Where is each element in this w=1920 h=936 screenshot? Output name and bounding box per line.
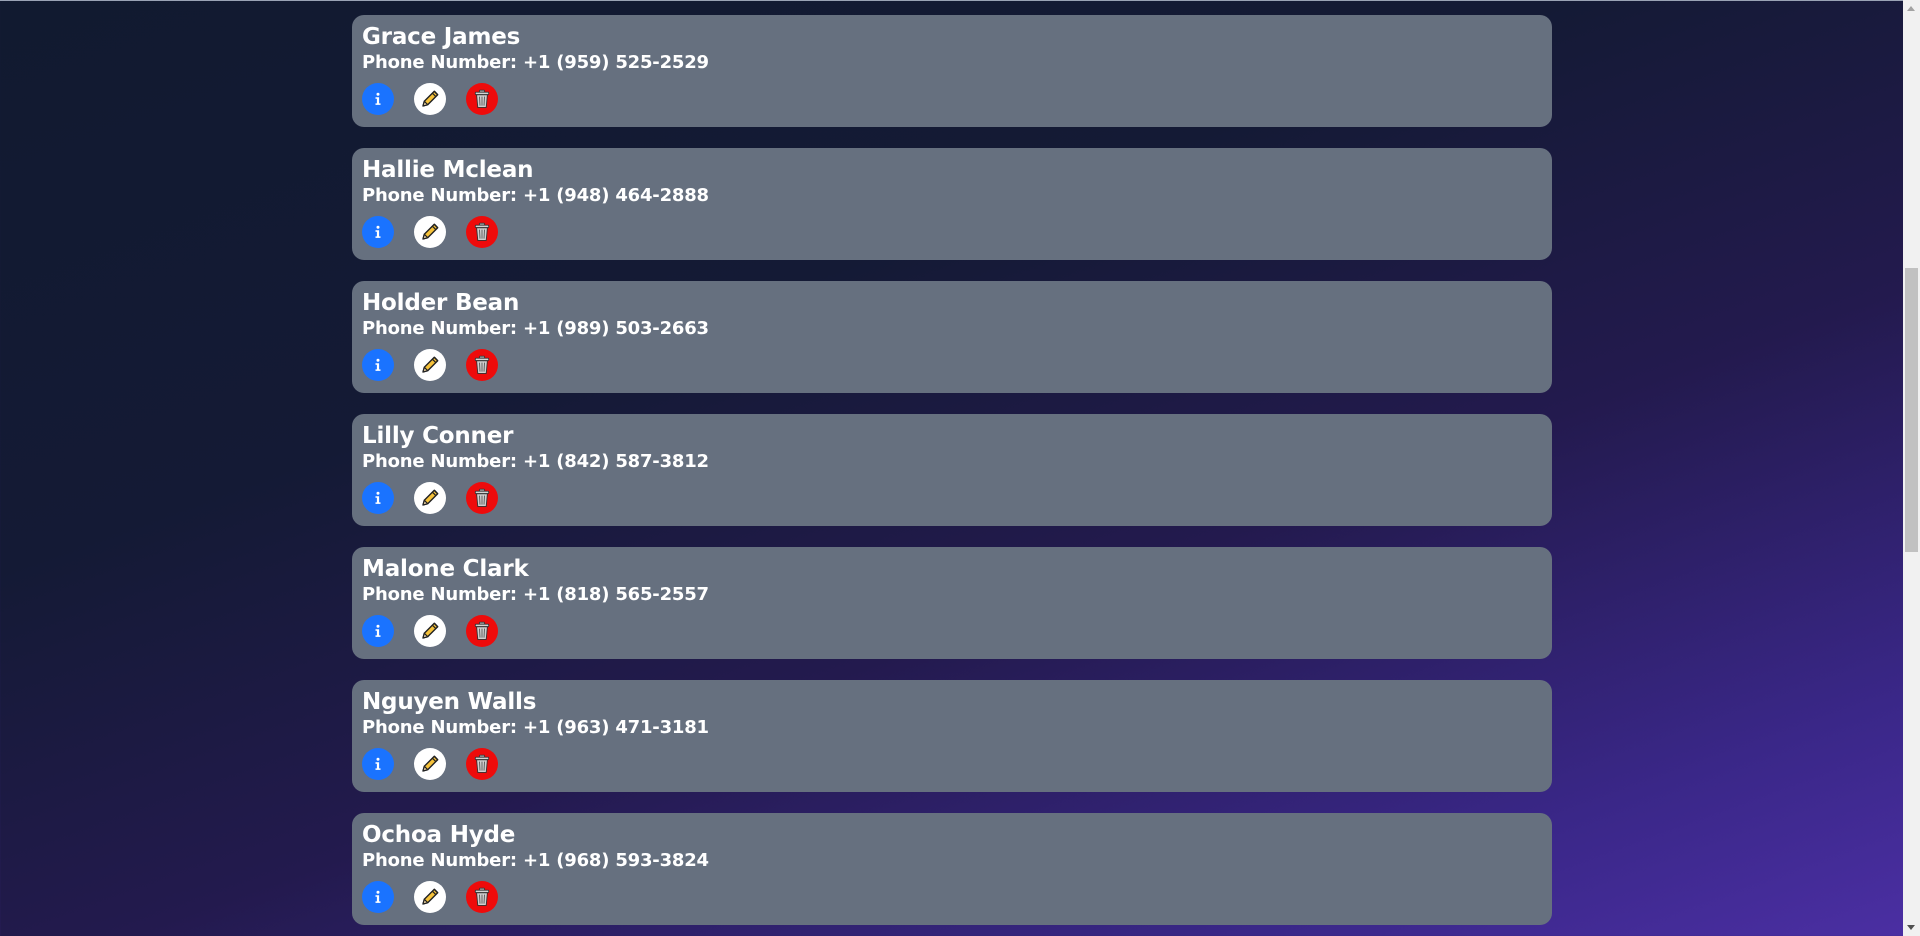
contact-actions: [362, 615, 1542, 647]
phone-value: +1 (948) 464-2888: [522, 185, 709, 206]
info-icon: [372, 757, 384, 771]
phone-value: +1 (959) 525-2529: [522, 52, 709, 73]
contact-card: Malone Clark Phone Number: +1 (818) 565-…: [352, 547, 1552, 659]
trash-icon: [473, 754, 491, 774]
delete-button[interactable]: [466, 482, 498, 514]
contact-actions: [362, 748, 1542, 780]
contact-name: Malone Clark: [362, 556, 529, 582]
info-button[interactable]: [362, 748, 394, 780]
contact-name: Nguyen Walls: [362, 689, 537, 715]
info-icon: [372, 225, 384, 239]
contact-phone: Phone Number: +1 (842) 587-3812: [362, 451, 1542, 473]
trash-icon: [473, 887, 491, 907]
pencil-icon: [419, 620, 441, 642]
edit-button[interactable]: [414, 216, 446, 248]
contact-phone: Phone Number: +1 (948) 464-2888: [362, 185, 1542, 207]
scroll-down-arrow[interactable]: [1907, 925, 1915, 930]
contact-card: Holder Bean Phone Number: +1 (989) 503-2…: [352, 281, 1552, 393]
phone-label: Phone Number:: [362, 318, 517, 339]
pencil-icon: [419, 88, 441, 110]
pencil-icon: [419, 221, 441, 243]
contact-card: Ochoa Hyde Phone Number: +1 (968) 593-38…: [352, 813, 1552, 925]
contact-card: Grace James Phone Number: +1 (959) 525-2…: [352, 15, 1552, 127]
contact-actions: [362, 216, 1542, 248]
contact-phone: Phone Number: +1 (818) 565-2557: [362, 584, 1542, 606]
contact-card: Lilly Conner Phone Number: +1 (842) 587-…: [352, 414, 1552, 526]
info-icon: [372, 92, 384, 106]
delete-button[interactable]: [466, 881, 498, 913]
info-icon: [372, 624, 384, 638]
delete-button[interactable]: [466, 748, 498, 780]
edit-button[interactable]: [414, 881, 446, 913]
edit-button[interactable]: [414, 349, 446, 381]
scrollbar-thumb[interactable]: [1905, 268, 1918, 552]
phone-label: Phone Number:: [362, 52, 517, 73]
delete-button[interactable]: [466, 83, 498, 115]
trash-icon: [473, 621, 491, 641]
contact-actions: [362, 83, 1542, 115]
contact-name: Ochoa Hyde: [362, 822, 516, 848]
trash-icon: [473, 222, 491, 242]
phone-label: Phone Number:: [362, 185, 517, 206]
info-button[interactable]: [362, 881, 394, 913]
contact-name: Grace James: [362, 24, 521, 50]
edit-button[interactable]: [414, 748, 446, 780]
contact-card: Hallie Mclean Phone Number: +1 (948) 464…: [352, 148, 1552, 260]
info-button[interactable]: [362, 615, 394, 647]
pencil-icon: [419, 354, 441, 376]
phone-label: Phone Number:: [362, 584, 517, 605]
contact-phone: Phone Number: +1 (989) 503-2663: [362, 318, 1542, 340]
pencil-icon: [419, 487, 441, 509]
phone-label: Phone Number:: [362, 850, 517, 871]
contact-phone: Phone Number: +1 (968) 593-3824: [362, 850, 1542, 872]
info-button[interactable]: [362, 349, 394, 381]
edit-button[interactable]: [414, 615, 446, 647]
pencil-icon: [419, 753, 441, 775]
scroll-up-arrow[interactable]: [1907, 6, 1915, 11]
contact-phone: Phone Number: +1 (963) 471-3181: [362, 717, 1542, 739]
trash-icon: [473, 89, 491, 109]
info-button[interactable]: [362, 482, 394, 514]
contact-list: Grace James Phone Number: +1 (959) 525-2…: [352, 15, 1552, 936]
delete-button[interactable]: [466, 349, 498, 381]
vertical-scrollbar[interactable]: [1903, 0, 1920, 936]
pencil-icon: [419, 886, 441, 908]
trash-icon: [473, 488, 491, 508]
contact-name: Holder Bean: [362, 290, 520, 316]
info-icon: [372, 358, 384, 372]
info-button[interactable]: [362, 83, 394, 115]
phone-value: +1 (989) 503-2663: [522, 318, 709, 339]
delete-button[interactable]: [466, 216, 498, 248]
contact-name: Hallie Mclean: [362, 157, 534, 183]
info-button[interactable]: [362, 216, 394, 248]
contact-name: Lilly Conner: [362, 423, 514, 449]
phone-value: +1 (818) 565-2557: [522, 584, 709, 605]
phone-label: Phone Number:: [362, 451, 517, 472]
edit-button[interactable]: [414, 83, 446, 115]
edit-button[interactable]: [414, 482, 446, 514]
trash-icon: [473, 355, 491, 375]
delete-button[interactable]: [466, 615, 498, 647]
phone-value: +1 (842) 587-3812: [522, 451, 709, 472]
contact-actions: [362, 881, 1542, 913]
contact-phone: Phone Number: +1 (959) 525-2529: [362, 52, 1542, 74]
info-icon: [372, 890, 384, 904]
top-border: [0, 0, 1903, 1]
phone-value: +1 (968) 593-3824: [522, 850, 709, 871]
phone-label: Phone Number:: [362, 717, 517, 738]
contact-actions: [362, 482, 1542, 514]
contact-card: Nguyen Walls Phone Number: +1 (963) 471-…: [352, 680, 1552, 792]
contact-actions: [362, 349, 1542, 381]
phone-value: +1 (963) 471-3181: [522, 717, 709, 738]
info-icon: [372, 491, 384, 505]
